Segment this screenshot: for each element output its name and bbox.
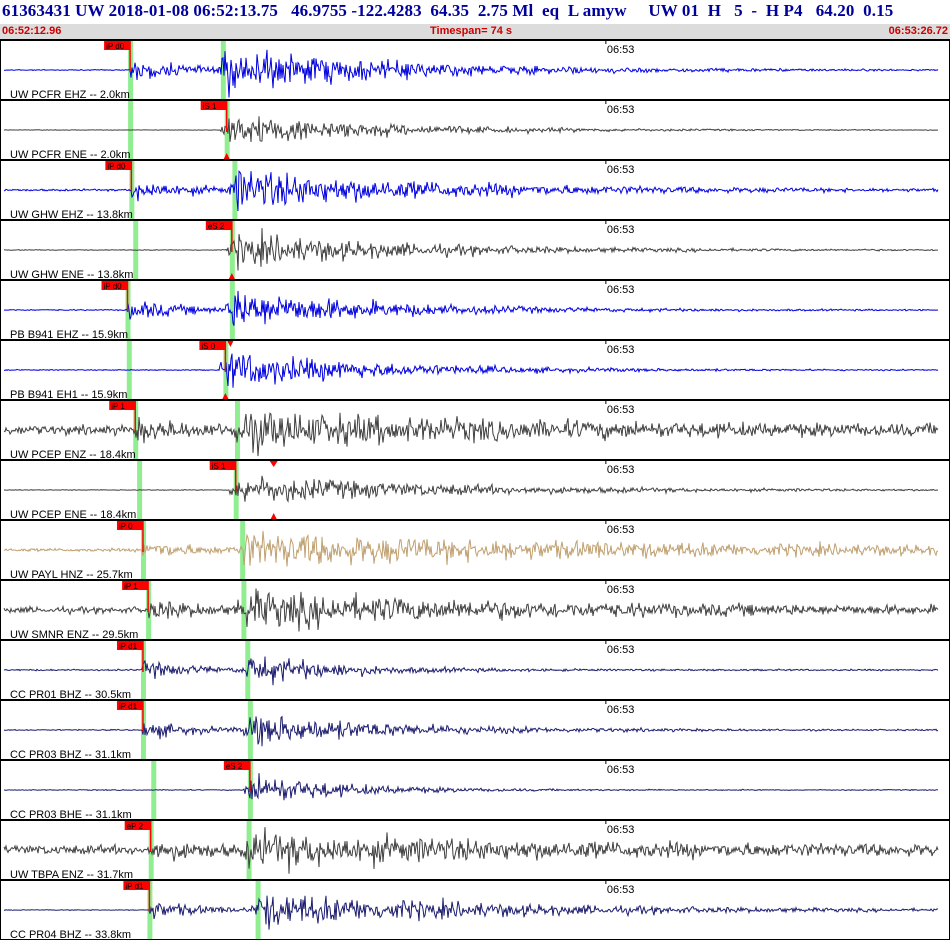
minute-tick-label: 06:53 <box>607 164 635 176</box>
minute-tick-label: 06:53 <box>607 344 635 356</box>
waveform <box>3 412 939 457</box>
pick-label: iP d1 <box>119 702 138 711</box>
minute-tick-label: 06:53 <box>607 224 635 236</box>
minute-tick-label: 06:53 <box>607 464 635 476</box>
pick-label: iP 0 <box>119 522 133 531</box>
waveform <box>3 170 939 212</box>
channel-row[interactable]: 06:53 iS 1 UW PCFR ENE -- 2.0km <box>0 100 950 161</box>
channel-row[interactable]: 06:53 iP d0 UW GHW EHZ -- 13.8km <box>0 160 950 221</box>
channel-row[interactable]: 06:53 iP d1 CC PR04 BHZ -- 33.8km <box>0 880 950 940</box>
channel-row[interactable]: 06:53 iS 0 PB B941 EH1 -- 15.9km <box>0 340 950 401</box>
pick-label: iS 1 <box>212 462 226 471</box>
waveform <box>3 116 939 143</box>
predicted-top-triangle <box>269 461 278 467</box>
station-label: PB B941 EH1 -- 15.9km <box>10 389 127 401</box>
channel-row[interactable]: 06:53 iS 1 UW PCEP ENE -- 18.4km <box>0 460 950 521</box>
time-bar: 06:52:12.96 Timespan= 74 s 06:53:26.72 <box>0 24 950 40</box>
pick-label: iP d1 <box>119 642 138 651</box>
waveform <box>3 773 939 801</box>
channel-row[interactable]: 06:53 iP 1 UW PCEP ENZ -- 18.4km <box>0 400 950 461</box>
predicted-bottom-triangle <box>270 513 277 519</box>
pick-label: iP d0 <box>104 282 123 291</box>
station-label: UW GHW ENE -- 13.8km <box>10 269 133 281</box>
minute-tick-label: 06:53 <box>607 404 635 416</box>
pick-label: iP 1 <box>124 582 138 591</box>
channel-row[interactable]: 06:53 iP d0 UW PCFR EHZ -- 2.0km <box>0 40 950 101</box>
station-label: CC PR04 BHZ -- 33.8km <box>10 929 131 940</box>
waveform <box>3 228 939 271</box>
station-label: UW GHW EHZ -- 13.8km <box>10 209 133 221</box>
pick-label: iS 1 <box>203 102 217 111</box>
station-label: UW PCFR EHZ -- 2.0km <box>10 89 130 101</box>
station-label: UW PAYL HNZ -- 25.7km <box>10 569 133 581</box>
station-label: CC PR01 BHZ -- 30.5km <box>10 689 131 701</box>
station-label: UW SMNR ENZ -- 29.5km <box>10 629 138 641</box>
end-time: 06:53:26.72 <box>888 25 948 37</box>
minute-tick-label: 06:53 <box>607 524 635 536</box>
station-label: UW TBPA ENZ -- 31.7km <box>10 869 133 881</box>
channel-row[interactable]: 06:53 eP 2 UW TBPA ENZ -- 31.7km <box>0 820 950 881</box>
station-label: UW PCEP ENE -- 18.4km <box>10 509 136 521</box>
waveform <box>3 895 939 930</box>
channel-row[interactable]: 06:53 eS 2 UW GHW ENE -- 13.8km <box>0 220 950 281</box>
minute-tick-label: 06:53 <box>607 824 635 836</box>
pick-label: iS 0 <box>201 342 215 351</box>
minute-tick-label: 06:53 <box>607 584 635 596</box>
event-header: 61363431 UW 2018-01-08 06:52:13.75 46.97… <box>0 0 950 40</box>
channel-row[interactable]: 06:53 iP 1 UW SMNR ENZ -- 29.5km <box>0 580 950 641</box>
seismogram-panel[interactable]: 06:53 iP d0 UW PCFR EHZ -- 2.0km 06:53 iS 1 U… <box>0 40 950 940</box>
channel-row[interactable]: 06:53 iP d1 CC PR01 BHZ -- 30.5km <box>0 640 950 701</box>
station-label: CC PR03 BHE -- 31.1km <box>10 809 132 821</box>
minute-tick-label: 06:53 <box>607 764 635 776</box>
minute-tick-label: 06:53 <box>607 44 635 56</box>
station-label: UW PCEP ENZ -- 18.4km <box>10 449 136 461</box>
pick-label: eP 2 <box>127 822 144 831</box>
channel-row[interactable]: 06:53 iP d1 CC PR03 BHZ -- 31.1km <box>0 700 950 761</box>
minute-tick-label: 06:53 <box>607 704 635 716</box>
start-time: 06:52:12.96 <box>2 25 62 37</box>
station-label: CC PR03 BHZ -- 31.1km <box>10 749 131 761</box>
waveform <box>4 290 939 326</box>
waveform <box>4 49 939 98</box>
minute-tick-label: 06:53 <box>607 104 635 116</box>
station-label: UW PCFR ENE -- 2.0km <box>10 149 130 161</box>
pick-label: iP d0 <box>106 42 125 51</box>
channel-row[interactable]: 06:53 eS 2 CC PR03 BHE -- 31.1km <box>0 760 950 821</box>
waveform <box>3 475 939 504</box>
station-label: PB B941 EHZ -- 15.9km <box>10 329 128 341</box>
event-title: 61363431 UW 2018-01-08 06:52:13.75 46.97… <box>2 1 894 20</box>
channel-row[interactable]: 06:53 iP 0 UW PAYL HNZ -- 25.7km <box>0 520 950 581</box>
waveform <box>3 588 939 632</box>
pick-label: iP 1 <box>111 402 125 411</box>
timespan: Timespan= 74 s <box>430 25 513 37</box>
pick-label: iP d0 <box>107 162 126 171</box>
waveform <box>3 353 939 388</box>
minute-tick-label: 06:53 <box>607 644 635 656</box>
pick-label: eS 2 <box>226 762 243 771</box>
waveform <box>3 827 939 874</box>
pick-label: eS 2 <box>208 222 225 231</box>
pick-label: iP d1 <box>125 882 144 891</box>
minute-tick-label: 06:53 <box>607 284 635 296</box>
minute-tick-label: 06:53 <box>607 884 635 896</box>
channel-row[interactable]: 06:53 iP d0 PB B941 EHZ -- 15.9km <box>0 280 950 341</box>
